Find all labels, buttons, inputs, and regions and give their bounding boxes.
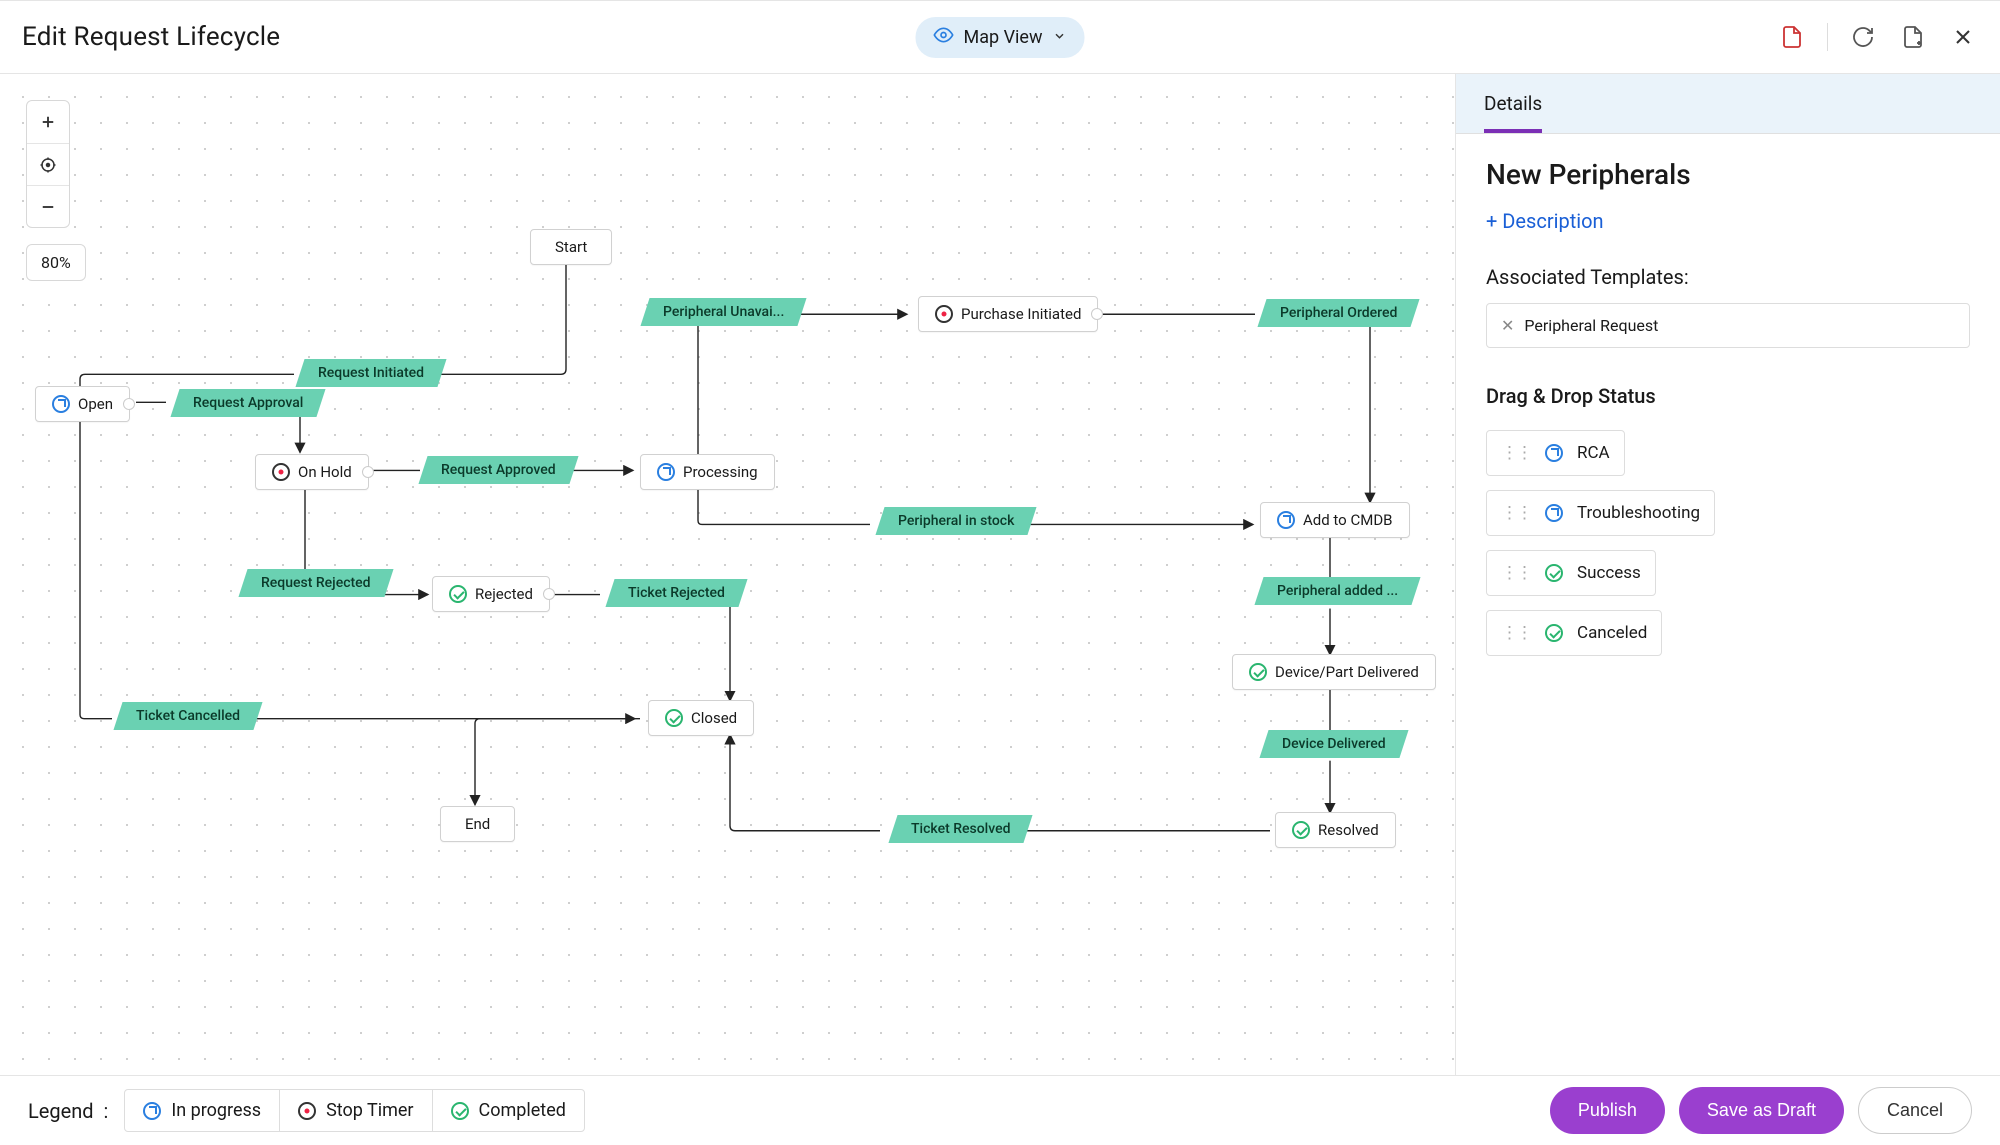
trans-req-initiated[interactable]: Request Initiated [295, 359, 446, 387]
remove-chip-icon[interactable]: ✕ [1501, 316, 1514, 335]
divider [1827, 23, 1828, 51]
progress-icon [1545, 504, 1563, 522]
trans-device-delivered[interactable]: Device Delivered [1259, 730, 1408, 758]
zoom-fit-button[interactable] [27, 143, 69, 185]
node-purchase[interactable]: Purchase Initiated [918, 296, 1098, 332]
grip-icon: ⋮⋮ [1501, 503, 1531, 523]
trans-periph-instock[interactable]: Peripheral in stock [875, 507, 1037, 535]
stop-timer-icon [298, 1102, 316, 1120]
legend-completed: Completed [432, 1090, 584, 1131]
trans-ticket-rejected[interactable]: Ticket Rejected [605, 579, 747, 607]
trans-req-rejected[interactable]: Request Rejected [238, 569, 393, 597]
grip-icon: ⋮⋮ [1501, 623, 1531, 643]
view-toggle[interactable]: Map View [916, 17, 1085, 58]
trans-periph-unavail[interactable]: Peripheral Unavai... [640, 298, 806, 326]
refresh-icon[interactable] [1848, 22, 1878, 52]
complete-icon [1545, 624, 1563, 642]
progress-icon [657, 463, 675, 481]
node-rejected[interactable]: Rejected [432, 576, 550, 612]
trans-periph-ordered[interactable]: Peripheral Ordered [1257, 299, 1419, 327]
add-description-button[interactable]: + Description [1486, 209, 1604, 233]
legend-box: In progress Stop Timer Completed [124, 1089, 585, 1132]
complete-icon [1249, 663, 1267, 681]
node-closed[interactable]: Closed [648, 700, 754, 736]
status-item-canceled[interactable]: ⋮⋮ Canceled [1486, 610, 1662, 656]
stop-timer-icon [935, 305, 953, 323]
template-chip-label: Peripheral Request [1524, 316, 1658, 335]
trans-periph-added[interactable]: Peripheral added ... [1254, 577, 1420, 605]
trans-ticket-cancelled[interactable]: Ticket Cancelled [113, 702, 262, 730]
sidebar-tabs: Details [1456, 74, 2000, 134]
grip-icon: ⋮⋮ [1501, 443, 1531, 463]
node-processing[interactable]: Processing [640, 454, 775, 490]
associated-templates-label: Associated Templates: [1486, 265, 1970, 289]
template-chip[interactable]: ✕ Peripheral Request [1486, 303, 1970, 348]
node-addcmdb[interactable]: Add to CMDB [1260, 502, 1410, 538]
stop-timer-icon [272, 463, 290, 481]
drag-drop-label: Drag & Drop Status [1486, 384, 1970, 408]
footer: Legend : In progress Stop Timer Complete… [0, 1075, 2000, 1145]
legend-in-progress: In progress [125, 1090, 279, 1131]
zoom-out-button[interactable] [27, 185, 69, 227]
node-end[interactable]: End [440, 806, 515, 842]
progress-icon [52, 395, 70, 413]
node-onhold[interactable]: On Hold [255, 454, 369, 490]
pdf-icon[interactable] [1777, 22, 1807, 52]
complete-icon [1292, 821, 1310, 839]
publish-button[interactable]: Publish [1550, 1087, 1665, 1134]
page-title: Edit Request Lifecycle [22, 22, 280, 52]
progress-icon [143, 1102, 161, 1120]
cancel-button[interactable]: Cancel [1858, 1087, 1972, 1134]
status-item-troubleshooting[interactable]: ⋮⋮ Troubleshooting [1486, 490, 1715, 536]
node-delivered[interactable]: Device/Part Delivered [1232, 654, 1436, 690]
legend-stop-timer: Stop Timer [279, 1090, 431, 1131]
zoom-in-button[interactable] [27, 101, 69, 143]
canvas[interactable]: 80% [0, 74, 1455, 1075]
new-page-icon[interactable] [1898, 22, 1928, 52]
save-draft-button[interactable]: Save as Draft [1679, 1087, 1844, 1134]
lifecycle-title: New Peripherals [1486, 158, 1970, 191]
trans-req-approved[interactable]: Request Approved [418, 456, 578, 484]
progress-icon [1545, 444, 1563, 462]
trans-req-approval[interactable]: Request Approval [170, 389, 325, 417]
status-item-rca[interactable]: ⋮⋮ RCA [1486, 430, 1625, 476]
complete-icon [665, 709, 683, 727]
close-icon[interactable] [1948, 22, 1978, 52]
header: Edit Request Lifecycle Map View [0, 0, 2000, 74]
trans-ticket-resolved[interactable]: Ticket Resolved [888, 815, 1033, 843]
eye-icon [934, 25, 954, 50]
node-open[interactable]: Open [35, 386, 130, 422]
details-sidebar: Details New Peripherals + Description As… [1455, 74, 2000, 1075]
view-toggle-label: Map View [964, 27, 1043, 48]
chevron-down-icon [1053, 27, 1067, 48]
zoom-controls [26, 100, 70, 228]
tab-details[interactable]: Details [1484, 74, 1542, 133]
complete-icon [451, 1102, 469, 1120]
grip-icon: ⋮⋮ [1501, 563, 1531, 583]
zoom-level: 80% [26, 244, 86, 281]
node-resolved[interactable]: Resolved [1275, 812, 1396, 848]
progress-icon [1277, 511, 1295, 529]
status-item-success[interactable]: ⋮⋮ Success [1486, 550, 1656, 596]
node-start[interactable]: Start [530, 229, 612, 265]
complete-icon [449, 585, 467, 603]
legend-label: Legend : [28, 1099, 108, 1123]
complete-icon [1545, 564, 1563, 582]
connectors [0, 74, 1455, 1075]
